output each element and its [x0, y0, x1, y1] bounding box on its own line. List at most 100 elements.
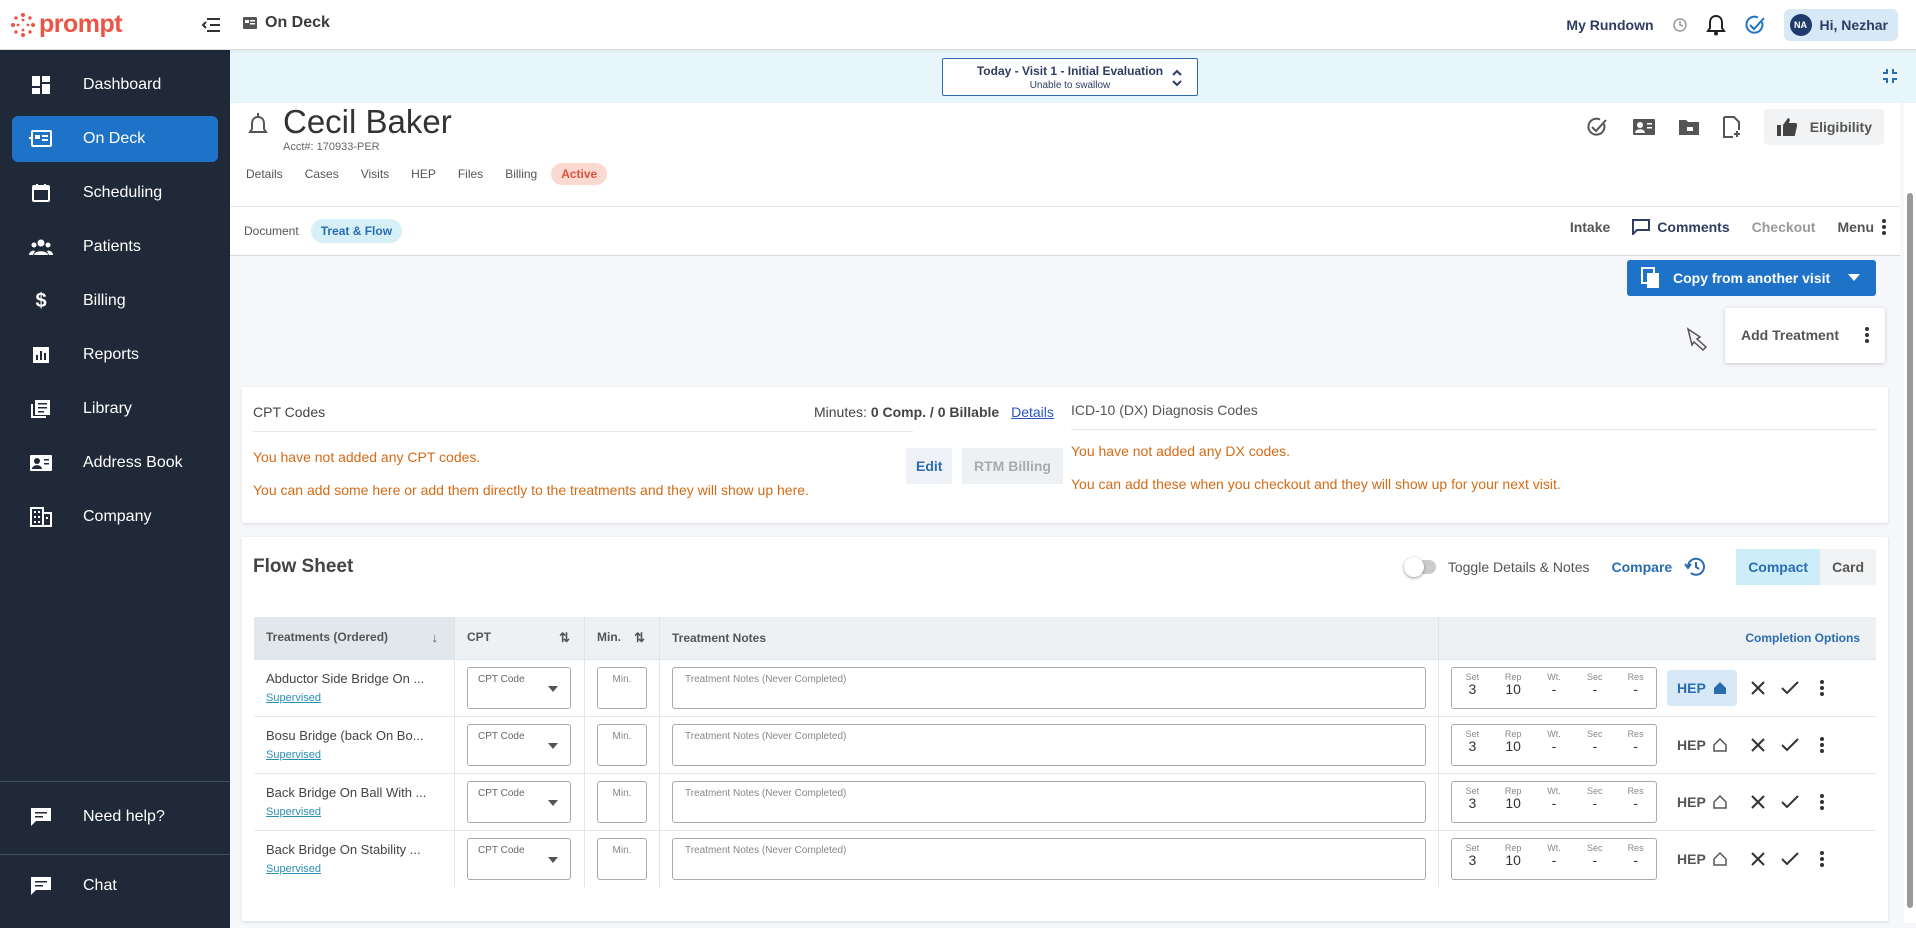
cpt-header[interactable]: CPT ⇅ [454, 617, 585, 659]
supervised-link[interactable]: Supervised [266, 863, 442, 875]
minutes-input[interactable]: Min. [597, 780, 647, 823]
treatment-notes-input[interactable]: Treatment Notes (Never Completed) [672, 666, 1426, 709]
rtm-billing-button[interactable]: RTM Billing [962, 448, 1063, 484]
minutes-input[interactable]: Min. [597, 837, 647, 880]
treatment-name[interactable]: Abductor Side Bridge On ... [266, 671, 442, 686]
hep-button[interactable]: HEP [1667, 669, 1737, 706]
supervised-link[interactable]: Supervised [266, 806, 442, 818]
minutes-input[interactable]: Min. [597, 723, 647, 766]
tab-document[interactable]: Document [244, 224, 299, 238]
check-icon[interactable] [1779, 791, 1801, 813]
set-rep-widget[interactable]: Set 3 Rep 10 Wt. - Sec - Res - [1451, 780, 1657, 823]
tab-hep[interactable]: HEP [411, 167, 436, 181]
sidebar-item-address-book[interactable]: Address Book [12, 440, 218, 486]
more-vertical-icon[interactable] [1811, 677, 1833, 699]
comments-link[interactable]: Comments [1632, 219, 1730, 235]
edit-cpt-button[interactable]: Edit [906, 448, 953, 484]
hep-button[interactable]: HEP [1667, 727, 1737, 763]
close-icon[interactable] [1747, 848, 1769, 870]
cpt-code-select[interactable]: CPT Code [467, 837, 571, 880]
sidebar-item-label: Reports [83, 346, 140, 363]
sidebar-item-chat[interactable]: Chat [12, 863, 218, 909]
bell-icon[interactable] [1705, 14, 1726, 36]
sidebar-item-reports[interactable]: Reports [12, 332, 218, 378]
checkout-link[interactable]: Checkout [1752, 219, 1816, 235]
treatment-name[interactable]: Back Bridge On Stability ... [266, 842, 442, 857]
patient-name: Cecil Baker [283, 103, 452, 140]
more-vertical-icon[interactable] [1811, 734, 1833, 756]
scrollbar[interactable] [1904, 103, 1916, 923]
check-icon[interactable] [1779, 734, 1801, 756]
tab-billing[interactable]: Billing [505, 167, 537, 181]
more-vertical-icon[interactable] [1865, 327, 1869, 343]
visit-selector[interactable]: Today - Visit 1 - Initial Evaluation Una… [942, 58, 1198, 96]
sidebar-item-company[interactable]: Company [12, 494, 218, 540]
cpt-code-select[interactable]: CPT Code [467, 723, 571, 766]
add-task-icon[interactable] [1586, 116, 1610, 138]
add-task-icon[interactable] [1744, 14, 1766, 36]
scrollbar-thumb[interactable] [1907, 193, 1913, 908]
cpt-code-select[interactable]: CPT Code [467, 666, 571, 709]
sidebar-item-dashboard[interactable]: Dashboard [12, 62, 218, 108]
compare-button[interactable]: Compare [1612, 559, 1673, 575]
set-rep-widget[interactable]: Set 3 Rep 10 Wt. - Sec - Res - [1451, 837, 1657, 880]
treatment-notes-input[interactable]: Treatment Notes (Never Completed) [672, 723, 1426, 766]
close-icon[interactable] [1747, 734, 1769, 756]
menu-button[interactable]: Menu [1837, 219, 1886, 235]
check-icon[interactable] [1779, 677, 1801, 699]
treatment-notes-input[interactable]: Treatment Notes (Never Completed) [672, 837, 1426, 880]
minutes-input[interactable]: Min. [597, 666, 647, 709]
tab-files[interactable]: Files [458, 167, 483, 181]
sidebar-item-library[interactable]: Library [12, 386, 218, 432]
sidebar-item-patients[interactable]: Patients [12, 224, 218, 270]
close-icon[interactable] [1747, 791, 1769, 813]
collapse-icon[interactable] [1882, 68, 1898, 84]
check-icon[interactable] [1779, 848, 1801, 870]
supervised-link[interactable]: Supervised [266, 749, 442, 761]
eligibility-button[interactable]: Eligibility [1763, 109, 1884, 145]
history-icon[interactable] [1672, 17, 1688, 33]
treatment-notes-input[interactable]: Treatment Notes (Never Completed) [672, 780, 1426, 823]
card-view-button[interactable]: Card [1820, 549, 1876, 585]
folder-icon[interactable] [1678, 118, 1700, 136]
my-rundown-link[interactable]: My Rundown [1566, 17, 1653, 33]
tab-cases[interactable]: Cases [305, 167, 339, 181]
collapse-menu-icon[interactable] [200, 14, 222, 36]
breadcrumb-label: On Deck [265, 14, 330, 31]
intake-link[interactable]: Intake [1570, 219, 1610, 235]
logo[interactable]: prompt [10, 10, 123, 39]
supervised-link[interactable]: Supervised [266, 692, 442, 704]
sidebar-item-need-help[interactable]: Need help? [12, 794, 218, 840]
set-rep-widget[interactable]: Set 3 Rep 10 Wt. - Sec - Res - [1451, 723, 1657, 766]
copy-from-visit-button[interactable]: Copy from another visit [1627, 260, 1876, 296]
treatment-name[interactable]: Back Bridge On Ball With ... [266, 785, 442, 800]
treatment-name[interactable]: Bosu Bridge (back On Bo... [266, 728, 442, 743]
set-rep-widget[interactable]: Set 3 Rep 10 Wt. - Sec - Res - [1451, 666, 1657, 709]
breadcrumb: On Deck [242, 14, 330, 32]
sidebar-item-scheduling[interactable]: Scheduling [12, 170, 218, 216]
bell-add-icon[interactable] [248, 113, 268, 137]
user-menu[interactable]: NA Hi, Nezhar [1783, 9, 1898, 41]
tab-details[interactable]: Details [246, 167, 283, 181]
add-document-icon[interactable] [1722, 116, 1742, 138]
set-value: 3 [1468, 851, 1477, 868]
sidebar-item-on-deck[interactable]: On Deck [12, 116, 218, 162]
compact-view-button[interactable]: Compact [1736, 549, 1821, 585]
more-vertical-icon[interactable] [1811, 791, 1833, 813]
tab-treat-flow[interactable]: Treat & Flow [310, 219, 403, 243]
close-icon[interactable] [1747, 677, 1769, 699]
hep-button[interactable]: HEP [1667, 841, 1737, 877]
min-header[interactable]: Min. ⇅ [584, 617, 660, 659]
hep-button[interactable]: HEP [1667, 784, 1737, 820]
cpt-code-select[interactable]: CPT Code [467, 780, 571, 823]
contact-card-icon[interactable] [1632, 117, 1656, 137]
add-treatment-menu[interactable]: Add Treatment [1725, 308, 1885, 363]
tab-visits[interactable]: Visits [361, 167, 389, 181]
details-link[interactable]: Details [1011, 404, 1054, 420]
header-label: Treatments (Ordered) [266, 630, 389, 645]
more-vertical-icon[interactable] [1811, 848, 1833, 870]
treatments-header[interactable]: Treatments (Ordered) ↓ [254, 617, 455, 659]
history-icon[interactable] [1684, 557, 1706, 577]
sidebar-item-billing[interactable]: $ Billing [12, 278, 218, 324]
toggle-details-switch[interactable] [1403, 557, 1436, 577]
